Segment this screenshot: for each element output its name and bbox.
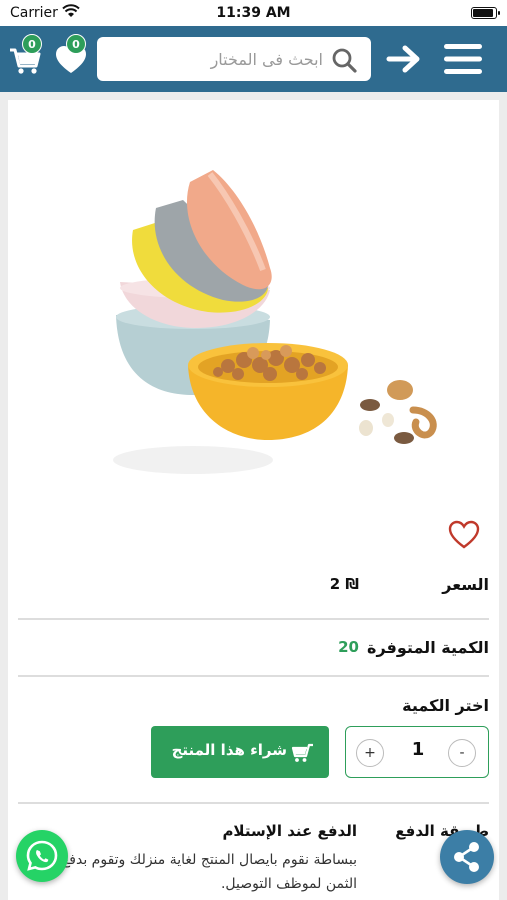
divider	[18, 675, 489, 677]
arrow-right-icon[interactable]	[386, 44, 422, 74]
wishlist-count-badge: 0	[66, 34, 86, 54]
decrease-quantity-button[interactable]: -	[448, 739, 476, 767]
whatsapp-icon	[26, 840, 58, 871]
quantity-value: 1	[411, 739, 425, 760]
price-value: 2 ₪	[329, 575, 359, 593]
status-bar: Carrier 11:39 AM	[0, 0, 507, 26]
stock-value: 20	[338, 638, 359, 656]
top-navigation-bar: 0 0	[0, 26, 507, 92]
battery-icon	[471, 7, 500, 19]
payment-method: الدفع عند الإستلام	[222, 822, 357, 840]
favorite-heart-icon[interactable]	[448, 520, 480, 550]
product-image	[113, 170, 437, 474]
share-button[interactable]	[440, 830, 494, 884]
share-icon	[454, 842, 479, 872]
menu-icon[interactable]	[442, 41, 484, 77]
clock: 11:39 AM	[216, 5, 291, 21]
divider	[18, 802, 489, 804]
whatsapp-button[interactable]	[16, 830, 68, 882]
cart-count-badge: 0	[22, 34, 42, 54]
search-icon[interactable]	[331, 47, 357, 73]
divider	[18, 618, 489, 620]
price-label: السعر	[442, 575, 489, 594]
cart-icon	[291, 743, 313, 762]
search-bar[interactable]	[97, 37, 371, 81]
payment-description: ببساطة نقوم بايصال المنتج لغاية منزلك وت…	[61, 852, 357, 892]
increase-quantity-button[interactable]: +	[356, 739, 384, 767]
buy-button-label: شراء هذا المنتج	[171, 741, 287, 759]
stock-label: الكمية المتوفرة	[367, 638, 489, 657]
search-input[interactable]	[107, 37, 323, 81]
product-card: السعر 2 ₪ الكمية المتوفرة 20 اختر الكمية…	[8, 100, 499, 900]
quantity-label: اختر الكمية	[402, 696, 489, 715]
quantity-stepper: - 1 +	[345, 726, 489, 778]
buy-product-button[interactable]: شراء هذا المنتج	[151, 726, 329, 778]
